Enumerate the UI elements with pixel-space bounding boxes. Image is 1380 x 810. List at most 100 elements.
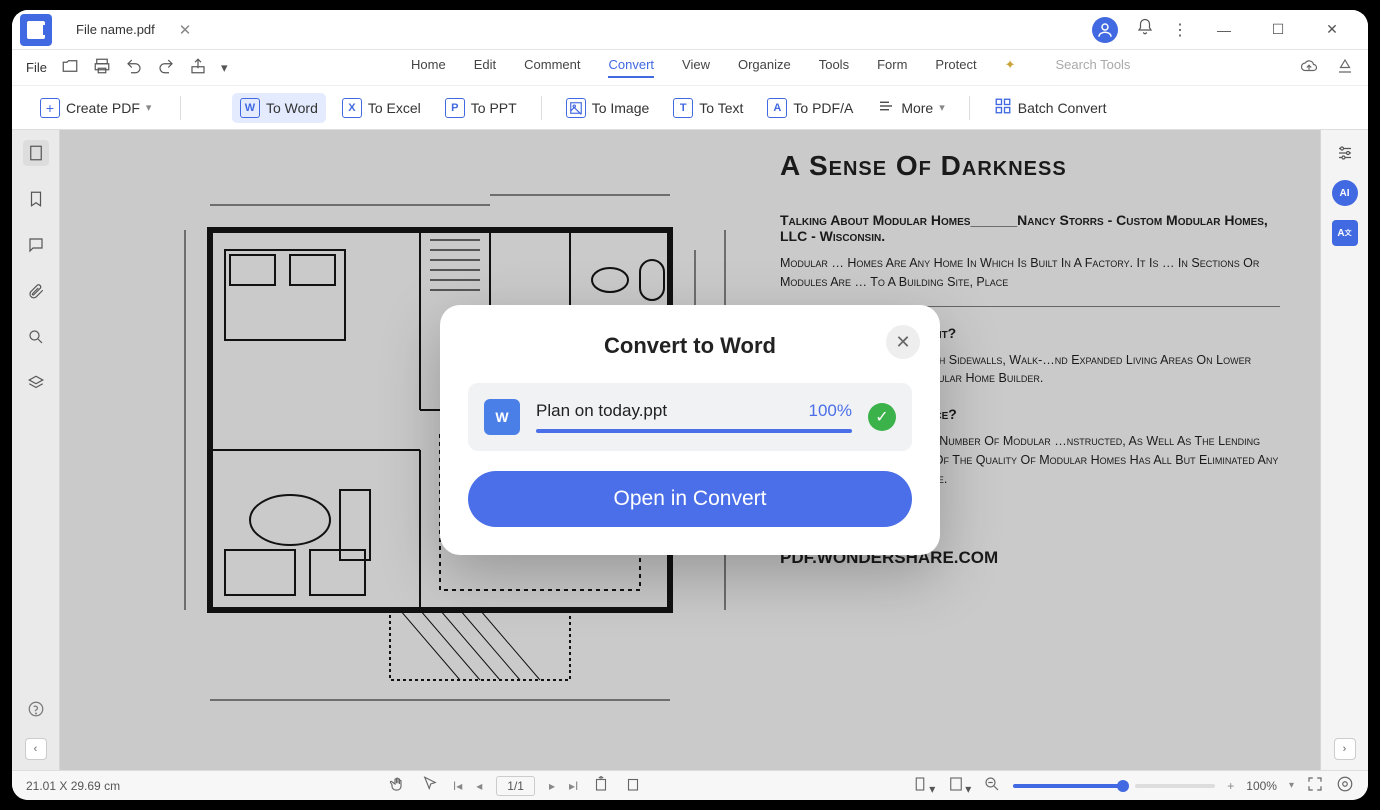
batch-convert-label: Batch Convert xyxy=(1018,100,1107,116)
to-pdfa-button[interactable]: A To PDF/A xyxy=(759,93,861,123)
reading-mode-icon[interactable] xyxy=(1336,775,1354,796)
page-layout-icon[interactable]: ▾ xyxy=(911,775,935,796)
statusbar: 21.01 X 29.69 cm I◂ ◂ 1/1 ▸ ▸I ▾ ▾ + 100… xyxy=(12,770,1368,800)
dialog-close-button[interactable]: ✕ xyxy=(886,325,920,359)
to-word-label: To Word xyxy=(266,100,318,116)
tab-home[interactable]: Home xyxy=(411,57,446,78)
document-tab[interactable]: File name.pdf ✕ xyxy=(62,15,205,45)
comment-icon[interactable] xyxy=(23,232,49,258)
word-icon: W xyxy=(240,98,260,118)
collapse-ribbon-icon[interactable] xyxy=(1336,57,1354,78)
to-image-label: To Image xyxy=(592,100,650,116)
collapse-right-sidebar-button[interactable]: › xyxy=(1334,738,1356,760)
progress-bar xyxy=(536,429,852,433)
overflow-menu-icon[interactable]: ⋮ xyxy=(1172,20,1188,40)
tab-view[interactable]: View xyxy=(682,57,710,78)
window-close-button[interactable]: ✕ xyxy=(1314,21,1350,38)
to-text-label: To Text xyxy=(699,100,743,116)
to-excel-button[interactable]: X To Excel xyxy=(334,93,429,123)
sparkle-icon: ✦ xyxy=(1005,57,1016,78)
more-button[interactable]: More ▾ xyxy=(869,92,952,123)
rotate-left-icon[interactable] xyxy=(592,775,610,796)
layers-icon[interactable] xyxy=(23,370,49,396)
fit-page-icon[interactable]: ▾ xyxy=(947,775,971,796)
fullscreen-icon[interactable] xyxy=(1306,775,1324,796)
main-area: ‹ xyxy=(12,130,1368,770)
application-window: File name.pdf ✕ ⋮ — ☐ ✕ File ▾ Home Edit… xyxy=(12,10,1368,800)
share-icon[interactable] xyxy=(189,57,207,78)
batch-convert-button[interactable]: Batch Convert xyxy=(986,92,1115,123)
dialog-title: Convert to Word xyxy=(468,333,912,359)
convert-to-word-dialog: ✕ Convert to Word W Plan on today.ppt 10… xyxy=(440,305,940,555)
help-icon[interactable] xyxy=(23,696,49,722)
to-ppt-button[interactable]: P To PPT xyxy=(437,93,525,123)
page-number-input[interactable]: 1/1 xyxy=(496,776,535,796)
ai-assistant-icon[interactable]: AI xyxy=(1332,180,1358,206)
next-page-icon[interactable]: ▸ xyxy=(549,779,555,793)
text-icon: T xyxy=(673,98,693,118)
account-avatar-button[interactable] xyxy=(1092,17,1118,43)
undo-icon[interactable] xyxy=(125,57,143,78)
batch-icon xyxy=(994,97,1012,118)
pdfa-icon: A xyxy=(767,98,787,118)
zoom-out-icon[interactable] xyxy=(983,775,1001,796)
zoom-in-icon[interactable]: + xyxy=(1227,779,1234,793)
search-icon[interactable] xyxy=(23,324,49,350)
thumbnails-icon[interactable] xyxy=(23,140,49,166)
doc-title: A Sense Of Darkness xyxy=(780,150,1280,182)
translate-icon[interactable]: A文 xyxy=(1332,220,1358,246)
separator xyxy=(969,96,970,120)
first-page-icon[interactable]: I◂ xyxy=(453,779,462,793)
redo-icon[interactable] xyxy=(157,57,175,78)
create-pdf-button[interactable]: + Create PDF ▾ xyxy=(32,93,159,123)
tab-convert[interactable]: Convert xyxy=(608,57,654,78)
tab-edit[interactable]: Edit xyxy=(474,57,496,78)
settings-sliders-icon[interactable] xyxy=(1332,140,1358,166)
doc-subtitle: Talking About Modular Homes______Nancy S… xyxy=(780,212,1280,244)
document-canvas[interactable]: A Sense Of Darkness Talking About Modula… xyxy=(60,130,1320,770)
plus-icon: + xyxy=(40,98,60,118)
notification-bell-icon[interactable] xyxy=(1136,18,1154,41)
titlebar: File name.pdf ✕ ⋮ — ☐ ✕ xyxy=(12,10,1368,50)
excel-icon: X xyxy=(342,98,362,118)
window-minimize-button[interactable]: — xyxy=(1206,22,1242,38)
tab-comment[interactable]: Comment xyxy=(524,57,580,78)
to-text-button[interactable]: T To Text xyxy=(665,93,751,123)
more-label: More xyxy=(901,100,933,116)
tab-form[interactable]: Form xyxy=(877,57,907,78)
open-in-convert-button[interactable]: Open in Convert xyxy=(468,471,912,527)
window-maximize-button[interactable]: ☐ xyxy=(1260,21,1296,38)
zoom-slider-track[interactable] xyxy=(1135,784,1215,788)
tab-protect[interactable]: Protect xyxy=(935,57,976,78)
print-icon[interactable] xyxy=(93,57,111,78)
last-page-icon[interactable]: ▸I xyxy=(569,779,578,793)
page-dimensions: 21.01 X 29.69 cm xyxy=(26,779,120,793)
to-ppt-label: To PPT xyxy=(471,100,517,116)
zoom-slider[interactable] xyxy=(1013,784,1123,788)
zoom-level[interactable]: 100% xyxy=(1246,779,1277,793)
search-tools-input[interactable]: Search Tools xyxy=(1056,57,1131,78)
attachment-icon[interactable] xyxy=(23,278,49,304)
to-image-button[interactable]: To Image xyxy=(558,93,658,123)
bookmark-icon[interactable] xyxy=(23,186,49,212)
convert-toolbar: + Create PDF ▾ W To Word X To Excel P To… xyxy=(12,86,1368,130)
prev-page-icon[interactable]: ◂ xyxy=(476,779,482,793)
image-icon xyxy=(566,98,586,118)
tab-organize[interactable]: Organize xyxy=(738,57,791,78)
tab-tools[interactable]: Tools xyxy=(819,57,849,78)
conversion-filename: Plan on today.ppt xyxy=(536,401,667,421)
select-tool-icon[interactable] xyxy=(421,775,439,796)
to-word-button[interactable]: W To Word xyxy=(232,93,326,123)
tab-close-button[interactable]: ✕ xyxy=(179,21,192,39)
chevron-down-icon: ▾ xyxy=(146,101,152,114)
hand-tool-icon[interactable] xyxy=(389,775,407,796)
menubar: File ▾ Home Edit Comment Convert View Or… xyxy=(12,50,1368,86)
left-sidebar: ‹ xyxy=(12,130,60,770)
open-icon[interactable] xyxy=(61,57,79,78)
collapse-left-sidebar-button[interactable]: ‹ xyxy=(25,738,47,760)
file-menu[interactable]: File xyxy=(26,60,47,75)
dropdown-caret-icon[interactable]: ▾ xyxy=(221,60,228,76)
cloud-sync-icon[interactable] xyxy=(1300,57,1318,78)
rotate-right-icon[interactable] xyxy=(624,775,642,796)
tab-label: File name.pdf xyxy=(76,22,155,37)
